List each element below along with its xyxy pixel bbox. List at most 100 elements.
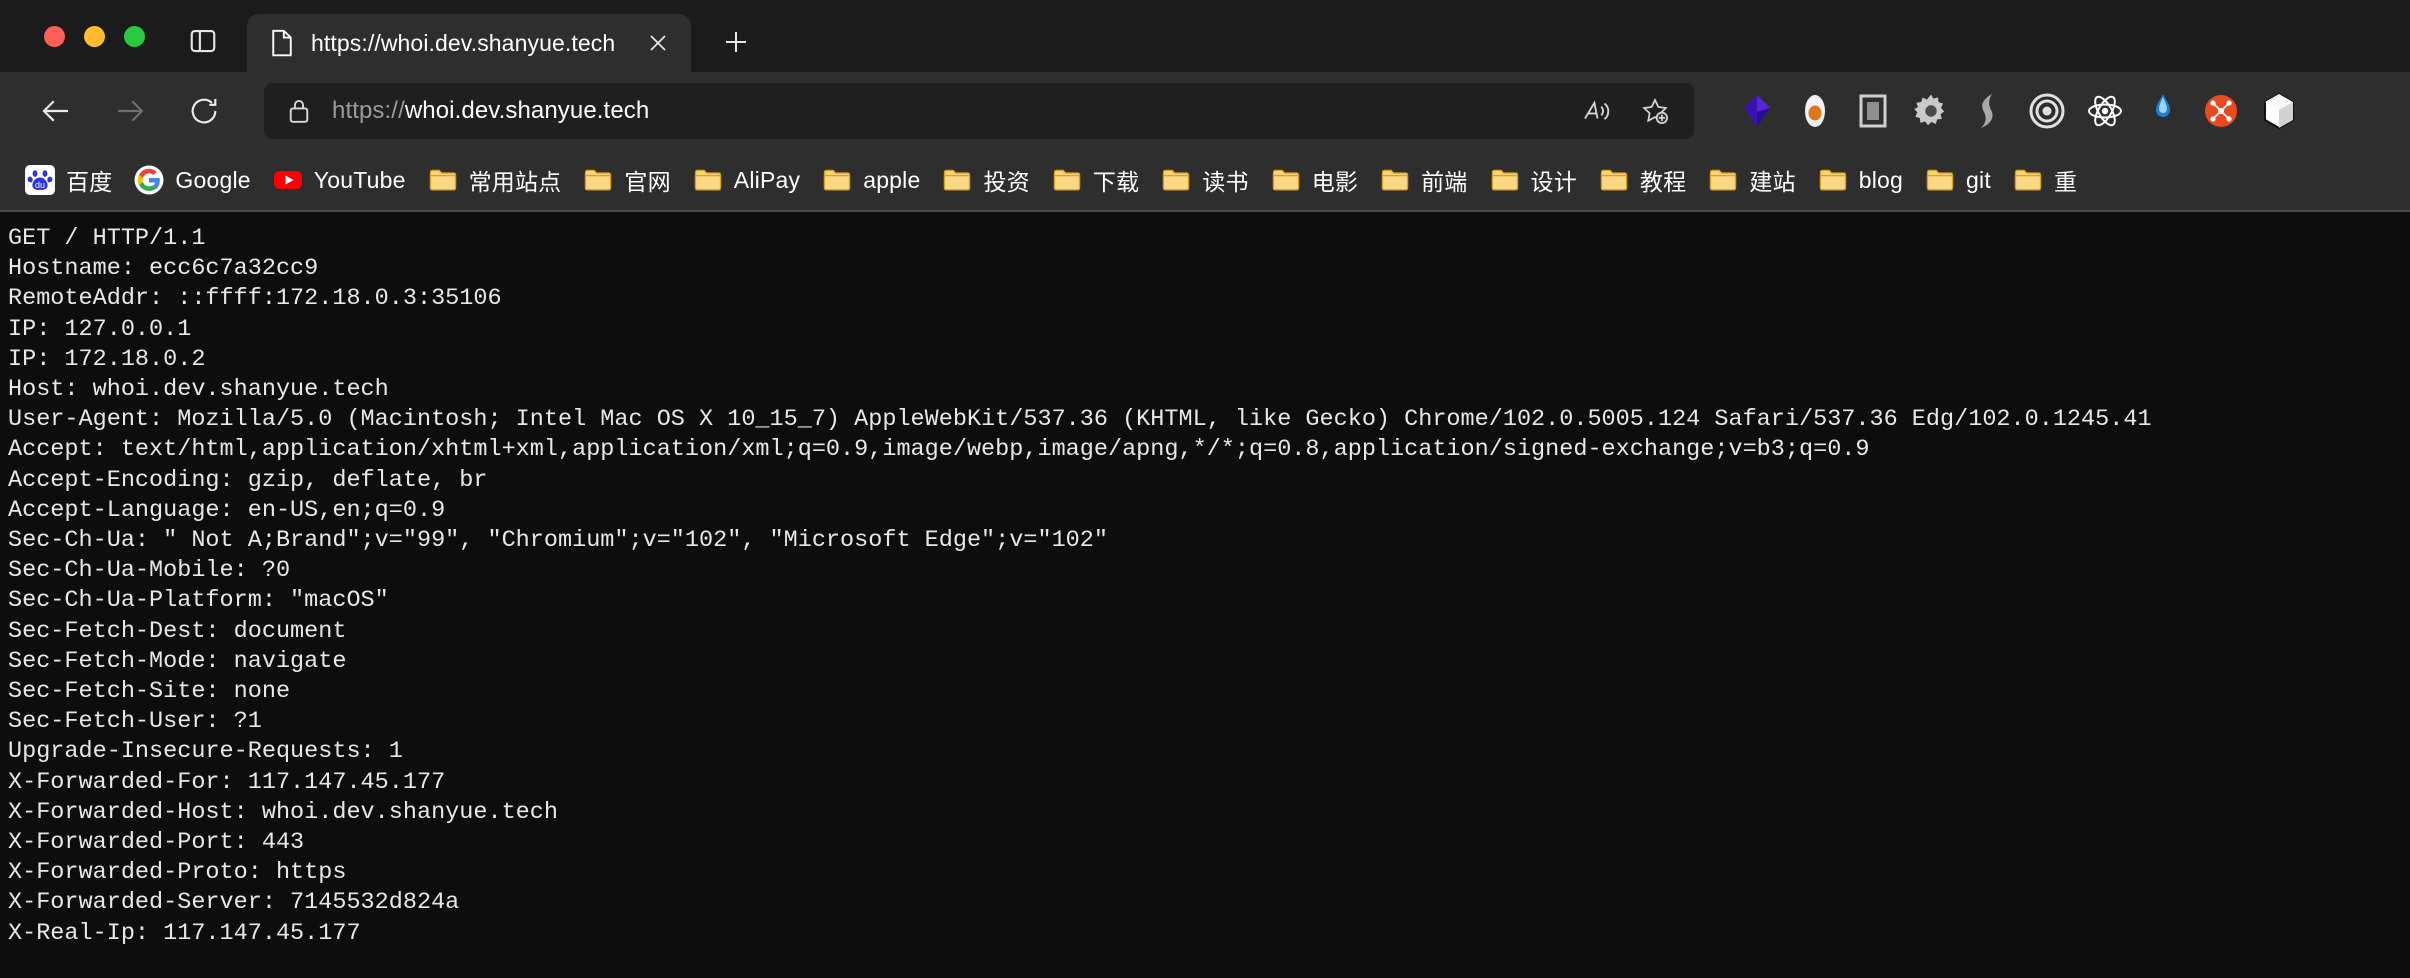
bookmark-item[interactable]: 常用站点 [417, 157, 573, 203]
bookmark-label: apple [863, 166, 921, 193]
folder-icon [694, 169, 721, 191]
bookmark-item[interactable]: 重 [2002, 157, 2088, 203]
target-rings-extension-icon [2029, 93, 2065, 129]
react-atom-extension-button[interactable] [2076, 83, 2134, 139]
folder-icon [1053, 169, 1081, 191]
bookmark-label: 百度 [66, 169, 113, 195]
reload-button[interactable] [178, 85, 230, 137]
bookmarks-bar: du 百度 Google YouTube 常用站点 官网 AliPay apple 投资 下载 读书… [0, 150, 2410, 212]
tab-strip: https://whoi.dev.shanyue.tech [0, 0, 2410, 72]
bookmark-item[interactable]: YouTube [262, 159, 417, 201]
baidu-icon: du [25, 165, 55, 195]
new-tab-button[interactable] [713, 19, 759, 65]
bookmark-item[interactable]: apple [811, 159, 931, 201]
bookmark-item[interactable]: 设计 [1479, 157, 1588, 203]
bookmark-label: 设计 [1530, 169, 1577, 195]
back-arrow-icon [42, 100, 68, 122]
sidebar-toggle-icon [190, 29, 216, 53]
square-frame-extension-icon [1859, 94, 1887, 128]
extensions-bar [1728, 83, 2308, 139]
back-button[interactable] [30, 85, 82, 137]
bookmark-item[interactable]: git [1914, 159, 2002, 201]
bookmark-label: 下载 [1092, 169, 1140, 195]
forward-arrow-icon [118, 100, 144, 122]
bookmark-item[interactable]: blog [1807, 159, 1914, 201]
bookmark-item[interactable]: 下载 [1041, 157, 1150, 203]
minimize-window-button[interactable] [84, 25, 105, 47]
bookmark-label: 建站 [1749, 169, 1796, 195]
plus-icon [726, 32, 747, 52]
blue-droplet-extension-button[interactable] [2134, 83, 2192, 139]
folder-icon [585, 169, 612, 191]
bookmark-item[interactable]: 官网 [572, 157, 681, 203]
metamask-fox-extension-icon [1805, 95, 1825, 127]
tab-close-button[interactable] [641, 26, 675, 60]
bookmark-label: Google [175, 166, 251, 193]
window-traffic-lights [0, 0, 145, 72]
folder-icon [429, 169, 456, 191]
read-aloud-icon [1584, 100, 1610, 120]
page-content: GET / HTTP/1.1 Hostname: ecc6c7a32cc9 Re… [0, 212, 2410, 978]
orange-molecule-extension-icon [2205, 95, 2237, 127]
target-rings-extension-button[interactable] [2018, 83, 2076, 139]
metamask-fox-extension-button[interactable] [1786, 83, 1844, 139]
bookmark-item[interactable]: 建站 [1697, 157, 1806, 203]
bookmark-item[interactable]: 前端 [1369, 157, 1478, 203]
folder-icon [824, 169, 851, 191]
http-headers-dump: GET / HTTP/1.1 Hostname: ecc6c7a32cc9 Re… [8, 225, 2152, 947]
close-icon [650, 35, 666, 51]
diamond-purple-extension-icon [1744, 95, 1770, 127]
bookmark-label: 电影 [1311, 169, 1359, 195]
browser-window: https://whoi.dev.shanyue.tech https://wh… [0, 0, 2410, 978]
read-aloud-button[interactable] [1572, 88, 1618, 134]
bookmark-label: 教程 [1639, 169, 1687, 195]
google-icon [134, 165, 164, 195]
bookmark-label: 读书 [1202, 169, 1249, 195]
document-icon [272, 29, 292, 57]
bookmark-item[interactable]: 读书 [1150, 157, 1259, 203]
bookmark-label: blog [1858, 166, 1904, 193]
gear-extension-icon [1914, 94, 1945, 126]
browser-tab[interactable]: https://whoi.dev.shanyue.tech [247, 14, 692, 72]
address-bar[interactable]: https://whoi.dev.shanyue.tech [264, 83, 1694, 139]
bookmark-item[interactable]: 教程 [1588, 157, 1697, 203]
folder-icon [1491, 169, 1518, 191]
bookmark-label: 常用站点 [468, 169, 562, 195]
react-atom-extension-icon [2088, 95, 2122, 127]
orange-molecule-extension-button[interactable] [2192, 83, 2250, 139]
url-scheme: https:// [332, 97, 405, 124]
gear-extension-button[interactable] [1902, 83, 1960, 139]
folder-icon [1381, 169, 1409, 191]
url-host: whoi.dev.shanyue.tech [404, 97, 650, 124]
reload-icon [191, 98, 217, 124]
bookmark-label: 投资 [983, 169, 1030, 195]
add-favorite-button[interactable] [1632, 88, 1678, 134]
bookmark-label: 重 [2053, 169, 2078, 195]
white-cube-extension-icon [2264, 92, 2294, 130]
bookmark-item[interactable]: 电影 [1260, 157, 1369, 203]
swirl-extension-icon [1981, 94, 1993, 128]
address-bar-url: https://whoi.dev.shanyue.tech [332, 97, 1572, 125]
sidebar-toggle-button[interactable] [181, 19, 225, 63]
folder-icon [944, 169, 971, 191]
blue-droplet-extension-icon [2156, 94, 2170, 117]
white-cube-extension-button[interactable] [2250, 83, 2308, 139]
bookmark-item[interactable]: du 百度 [14, 157, 123, 203]
bookmark-item[interactable]: 投资 [931, 157, 1040, 203]
close-window-button[interactable] [44, 25, 65, 47]
bookmark-label: 前端 [1421, 169, 1468, 195]
bookmark-label: 官网 [624, 169, 671, 195]
bookmark-label: git [1966, 166, 1991, 193]
maximize-window-button[interactable] [124, 25, 145, 47]
tab-title: https://whoi.dev.shanyue.tech [311, 29, 616, 56]
bookmark-item[interactable]: AliPay [682, 159, 811, 201]
swirl-extension-button[interactable] [1960, 83, 2018, 139]
bookmark-label: AliPay [733, 166, 801, 193]
square-frame-extension-button[interactable] [1844, 83, 1902, 139]
folder-icon [1163, 169, 1190, 191]
browser-toolbar: https://whoi.dev.shanyue.tech [0, 72, 2410, 150]
folder-icon [1926, 169, 1954, 191]
bookmark-item[interactable]: Google [123, 159, 261, 201]
diamond-purple-extension-button[interactable] [1728, 83, 1786, 139]
forward-button[interactable] [104, 85, 156, 137]
